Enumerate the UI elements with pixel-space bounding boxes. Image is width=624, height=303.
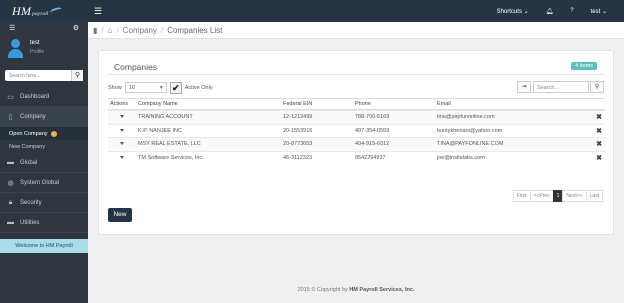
table-header-row: Actions Company Name Federal EIN Phone E…: [108, 98, 605, 110]
user-name: test: [30, 40, 40, 46]
companies-table: Actions Company Name Federal EIN Phone E…: [108, 98, 605, 164]
export-icon[interactable]: ⇥: [517, 81, 531, 93]
row-actions-dropdown-icon[interactable]: [120, 115, 124, 119]
breadcrumb-company[interactable]: Company: [123, 26, 157, 35]
show-label: Show: [108, 84, 122, 91]
sidebar-item-global[interactable]: ▬ Global: [0, 153, 88, 173]
user-profile[interactable]: test Profile: [0, 34, 88, 62]
search-icon[interactable]: ⚲: [590, 81, 604, 93]
welcome-banner: Welcome to HM Payroll: [0, 239, 88, 253]
avatar-icon: [6, 37, 26, 59]
sidebar-menu-icon[interactable]: ☰: [9, 24, 15, 32]
home-icon[interactable]: ⌂: [108, 26, 113, 35]
item-count-badge: 4 items: [571, 62, 597, 70]
row-actions-dropdown-icon[interactable]: [120, 128, 124, 132]
column-header-email[interactable]: Email: [437, 101, 587, 107]
sidebar-search-input[interactable]: Search here...: [5, 70, 71, 81]
breadcrumb-current: Companies List: [167, 25, 223, 35]
footer-copyright: 2015 © Copyright by: [297, 287, 350, 293]
ein-cell: 20-1553916: [283, 127, 313, 134]
pager-next[interactable]: Next>>: [562, 190, 587, 202]
new-company-button[interactable]: New: [108, 208, 132, 222]
companies-panel: Companies 4 items Show 10 ▾ ✔ Active Only…: [98, 50, 614, 235]
ein-cell: 20-8773653: [283, 141, 313, 148]
phone-cell: 407-354-0559: [355, 127, 390, 134]
row-actions-dropdown-icon[interactable]: [120, 155, 124, 159]
pager-first[interactable]: First: [512, 190, 531, 202]
phone-cell: 8542294937: [355, 154, 386, 161]
footer-company: HM Payroll Services, Inc.: [349, 287, 415, 293]
notifications-bell-icon[interactable]: 🔔︎: [546, 8, 554, 15]
active-only-checkbox[interactable]: ✔: [169, 81, 182, 94]
pager-prev[interactable]: <<Prev: [529, 190, 554, 202]
table-row[interactable]: TM Software Services, Inc. 46-3112323 85…: [108, 150, 605, 165]
column-header-phone[interactable]: Phone: [355, 101, 437, 107]
logo-bar: HMpayroll: [0, 0, 88, 22]
bookmark-icon[interactable]: ▮: [93, 26, 97, 35]
hamburger-icon[interactable]: ☰: [94, 6, 102, 17]
sidebar-item-security[interactable]: 🔒︎ Security: [0, 193, 88, 213]
sidebar-item-utilities[interactable]: ▬ Utilities: [0, 213, 88, 233]
email-cell: buntykhenani@yahoo.com: [437, 127, 503, 134]
sidebar-search: Search here... ⚲: [5, 70, 83, 81]
row-actions-dropdown-icon[interactable]: [120, 142, 124, 146]
company-name-cell: MSY REAL ESTATE, LLC: [138, 141, 201, 148]
table-search-controls: ⇥ Search... ⚲: [517, 81, 604, 93]
active-only-label: Active Only: [184, 84, 213, 91]
folder-open-icon: ▬: [7, 219, 14, 226]
phone-cell: 788-700-5169: [355, 114, 390, 121]
user-menu[interactable]: test ⌄: [591, 8, 607, 15]
table-row[interactable]: MSY REAL ESTATE, LLC 20-8773653 404-915-…: [108, 137, 605, 151]
search-icon[interactable]: ⚲: [71, 70, 83, 81]
table-row[interactable]: K.P. NANJEE INC 20-1553916 407-354-0559 …: [108, 123, 605, 138]
app-logo[interactable]: HMpayroll: [12, 4, 49, 19]
sidebar-item-dashboard[interactable]: ▭ Dashboard: [0, 87, 88, 107]
ein-cell: 46-3112323: [283, 154, 312, 161]
sidebar-toolbar: ☰ ⚙: [0, 22, 88, 34]
page-size-select[interactable]: 10 ▾: [124, 82, 167, 93]
table-search-input[interactable]: Search...: [533, 81, 589, 93]
user-profile-link[interactable]: Profile: [30, 48, 44, 57]
settings-gear-icon[interactable]: ⚙: [73, 24, 79, 32]
column-header-federal-ein[interactable]: Federal EIN: [283, 101, 355, 107]
pagination: First <<Prev 1 Next>> Last: [512, 190, 603, 202]
delete-icon[interactable]: ✖: [587, 140, 605, 148]
folder-icon: ▬: [7, 159, 14, 166]
lock-icon: 🔒︎: [8, 198, 13, 206]
breadcrumb: ▮ / ⌂ / Company / Companies List: [88, 22, 624, 39]
column-header-company-name[interactable]: Company Name: [138, 101, 283, 107]
alert-badge: !: [50, 130, 57, 137]
sidebar-item-company[interactable]: ▯ Company: [0, 107, 88, 127]
globe-icon: ◍: [7, 179, 14, 187]
pager-last[interactable]: Last: [585, 190, 603, 202]
logo-wing-icon: [48, 6, 63, 16]
email-cell: TINA@PAYFONLINE.COM: [437, 141, 504, 148]
document-icon: ▯: [8, 113, 13, 121]
company-name-cell: TM Software Services, Inc.: [138, 154, 204, 161]
chevron-down-icon: ▾: [160, 85, 163, 91]
table-controls: Show 10 ▾ ✔ Active Only: [108, 81, 213, 94]
email-cell: joe@insitelabs.com: [437, 154, 485, 161]
sidebar-item-system-global[interactable]: ◍ System Global: [0, 173, 88, 193]
company-name-cell: TRAINING ACCOUNT: [138, 114, 193, 121]
sidebar: HMpayroll ☰ ⚙ test Profile Search here..…: [0, 0, 88, 303]
email-cell: tina@payfunonline.com: [437, 114, 495, 121]
top-navbar: ☰ Shortcuts ⌄ 🔔︎ ? test ⌄: [88, 0, 624, 22]
panel-title: Companies: [114, 62, 157, 72]
sidebar-subitem-open-company[interactable]: Open Company !: [0, 127, 88, 140]
help-button[interactable]: ?: [570, 8, 573, 14]
delete-icon[interactable]: ✖: [587, 154, 605, 162]
column-header-actions[interactable]: Actions: [108, 101, 138, 107]
delete-icon[interactable]: ✖: [587, 127, 605, 135]
table-row[interactable]: TRAINING ACCOUNT 12-1212499 788-700-5169…: [108, 110, 605, 124]
footer: 2015 © Copyright by HM Payroll Services,…: [88, 287, 624, 293]
phone-cell: 404-915-6012: [355, 141, 390, 148]
sidebar-subitem-new-company[interactable]: New Company: [0, 140, 88, 153]
delete-icon[interactable]: ✖: [587, 113, 605, 121]
monitor-icon: ▭: [7, 93, 14, 101]
company-name-cell: K.P. NANJEE INC: [138, 127, 182, 134]
ein-cell: 12-1212499: [283, 114, 313, 121]
shortcuts-menu[interactable]: Shortcuts ⌄: [497, 8, 529, 15]
